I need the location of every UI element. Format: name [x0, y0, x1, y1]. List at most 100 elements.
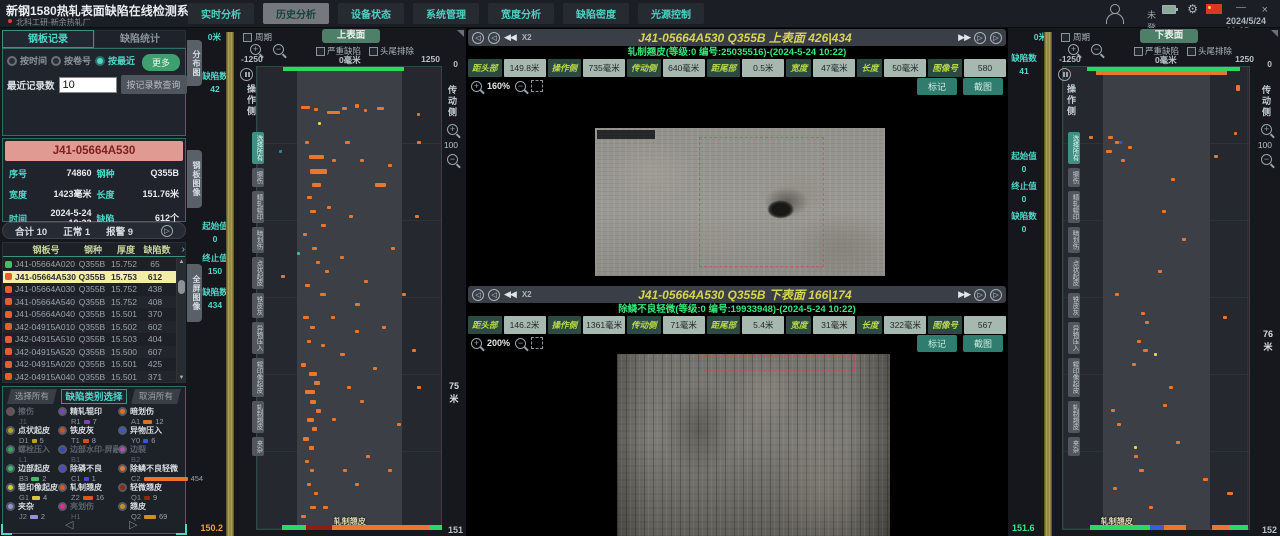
defect-filter-tab[interactable]: 辊印像起皮 [1068, 358, 1080, 397]
map-zoom-out-icon[interactable]: − [1261, 154, 1272, 165]
nav-button[interactable]: 光源控制 [638, 3, 704, 24]
scroll-thumb[interactable] [178, 280, 185, 294]
defect-filter-tab[interactable]: 夹杂 [1068, 437, 1080, 456]
surface-title-button[interactable]: 下表面 [1140, 29, 1198, 43]
page-right-icon[interactable]: ▷ [129, 518, 137, 531]
defect-category-item[interactable]: 辊印像起皮 G1 4 [6, 482, 58, 499]
mark-button[interactable]: 标记 [917, 78, 957, 95]
mark-button[interactable]: 标记 [917, 335, 957, 352]
defect-category-item[interactable]: 轧制翘皮 Z2 16 [58, 482, 118, 499]
fullscreen-icon[interactable] [531, 80, 543, 92]
capture-button[interactable]: 截图 [963, 78, 1003, 95]
select-all-button[interactable]: 选择所有 [7, 389, 57, 404]
nav-button[interactable]: 实时分析 [188, 3, 254, 24]
table-row[interactable]: J41-05664A530 Q355B 15.753 612 [3, 271, 176, 284]
table-row[interactable]: J42-04915A510 Q355B 15.503 404 [3, 333, 176, 346]
defect-filter-tab[interactable]: 精轧辊印 [252, 191, 264, 223]
checkbox-icon[interactable] [243, 33, 252, 42]
left-vertical-scrollbar[interactable] [226, 32, 234, 536]
corner-icon[interactable] [1271, 30, 1278, 37]
defect-image-upper[interactable] [595, 128, 885, 276]
defect-map-area[interactable] [256, 66, 442, 530]
close-button[interactable]: × [1262, 4, 1268, 16]
next-image-button[interactable]: ▷ [974, 289, 986, 301]
defect-category-item[interactable]: 铁皮灰 T1 8 [58, 425, 118, 442]
defect-filter-tab[interactable]: 暗划伤 [1068, 227, 1080, 253]
table-row[interactable]: J42-04915A040 Q355B 15.501 371 [3, 371, 176, 383]
tab-defect-stats[interactable]: 缺陷统计 [94, 30, 186, 48]
chevron-right-icon[interactable]: › [182, 244, 185, 255]
checkbox-icon[interactable] [1061, 33, 1070, 42]
nav-button[interactable]: 设备状态 [338, 3, 404, 24]
defect-filter-tab[interactable]: 精轧辊印 [1068, 191, 1080, 223]
zoom-in-icon[interactable]: + [471, 81, 482, 92]
defect-filter-tab[interactable]: 点状起皮 [252, 257, 264, 289]
zoom-out-icon[interactable]: − [515, 81, 526, 92]
right-vertical-scrollbar[interactable] [1044, 32, 1052, 536]
defect-filter-tab[interactable]: 点状起皮 [1068, 257, 1080, 289]
defect-category-item[interactable]: 除磷不良 C1 1 [58, 463, 118, 480]
surface-title-button[interactable]: 上表面 [322, 29, 380, 43]
play-icon[interactable]: ▷ [161, 225, 173, 237]
table-row[interactable]: J41-05664A040 Q355B 15.501 370 [3, 308, 176, 321]
first-image-button[interactable]: ◁ [472, 32, 484, 44]
table-scrollbar[interactable]: ▲ ▼ [176, 258, 185, 382]
fast-forward-icon[interactable]: ▶▶ [958, 32, 970, 43]
table-row[interactable]: J42-04915A010 Q355B 15.502 602 [3, 321, 176, 334]
zoom-in-icon[interactable]: + [471, 338, 482, 349]
defect-category-item[interactable]: 点状起皮 D1 5 [6, 425, 58, 442]
period-checkbox[interactable]: 周期 [243, 31, 272, 43]
map-zoom-out-icon[interactable]: − [447, 154, 458, 165]
query-radio[interactable]: 按最近 [95, 54, 135, 67]
query-by-count-button[interactable]: 按记录数查询 [121, 75, 187, 94]
rewind-icon[interactable]: ◀◀ [504, 289, 516, 300]
prev-image-button[interactable]: ◁ [488, 32, 500, 44]
period-checkbox[interactable]: 周期 [1061, 31, 1090, 43]
tab-steel-records[interactable]: 钢板记录 [2, 30, 94, 48]
defect-filter-tab[interactable]: 擦伤 [1068, 168, 1080, 187]
defect-filter-tab[interactable]: 擦伤 [252, 168, 264, 187]
first-image-button[interactable]: ◁ [472, 289, 484, 301]
defect-category-item[interactable]: 夹杂 J2 2 [6, 501, 58, 518]
scroll-down-icon[interactable]: ▼ [177, 375, 186, 381]
nav-button[interactable]: 历史分析 [263, 3, 329, 24]
defect-filter-tab[interactable]: 异物压入 [252, 322, 264, 354]
defect-category-item[interactable]: 边部起皮 B3 2 [6, 463, 58, 480]
defect-category-item[interactable]: 亮划伤 H1 [58, 501, 118, 518]
fullscreen-icon[interactable] [531, 337, 543, 349]
recent-count-input[interactable] [59, 77, 117, 93]
defect-filter-tab[interactable]: 异物压入 [1068, 322, 1080, 354]
user-icon[interactable] [1104, 3, 1124, 23]
defect-filter-tab[interactable]: 辊印像起皮 [252, 358, 264, 397]
nav-button[interactable]: 宽度分析 [488, 3, 554, 24]
corner-icon[interactable] [457, 30, 464, 37]
tab-fullscreen-image[interactable]: 全屏图像 [187, 264, 202, 322]
tab-plate-image[interactable]: 钢板图像 [187, 150, 202, 208]
query-radio[interactable]: 按卷号 [51, 54, 91, 67]
table-row[interactable]: J41-05664A030 Q355B 15.752 438 [3, 283, 176, 296]
defect-category-item[interactable]: 擦伤 J1 [6, 406, 58, 423]
pause-icon[interactable] [240, 68, 253, 81]
more-button[interactable]: 更多 [142, 54, 180, 71]
defect-map-area[interactable] [1062, 66, 1250, 530]
prev-image-button[interactable]: ◁ [488, 289, 500, 301]
defect-category-item[interactable]: 边部水印-屏蔽 B1 [58, 444, 118, 461]
deselect-all-button[interactable]: 取消所有 [131, 389, 181, 404]
nav-button[interactable]: 系统管理 [413, 3, 479, 24]
tab-distribution-map[interactable]: 分布图 [187, 40, 202, 86]
defect-filter-tab[interactable]: 暗划伤 [252, 227, 264, 253]
table-row[interactable]: J42-04915A020 Q355B 15.501 425 [3, 358, 176, 371]
zoom-out-icon[interactable]: − [515, 338, 526, 349]
table-row[interactable]: J41-05664A020 Q355B 15.752 65 [3, 258, 176, 271]
minimize-button[interactable]: — [1236, 2, 1246, 13]
defect-category-item[interactable]: 精轧辊印 R1 7 [58, 406, 118, 423]
scroll-up-icon[interactable]: ▲ [177, 259, 186, 265]
defect-filter-tab[interactable]: 铁皮灰 [252, 293, 264, 319]
rewind-icon[interactable]: ◀◀ [504, 32, 516, 43]
capture-button[interactable]: 截图 [963, 335, 1003, 352]
query-radio[interactable]: 按时间 [7, 54, 47, 67]
next-image-button[interactable]: ▷ [974, 32, 986, 44]
defect-category-item[interactable]: 螺栓压入 L1 [6, 444, 58, 461]
defect-filter-tab[interactable]: 选择所有 [1068, 132, 1080, 164]
defect-filter-tab[interactable]: 夹杂 [252, 437, 264, 456]
